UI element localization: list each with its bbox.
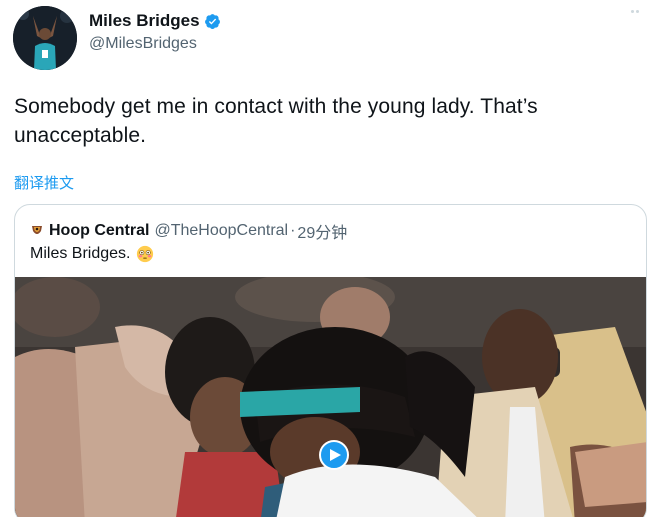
quoted-author-handle[interactable]: @TheHoopCentral — [154, 222, 288, 240]
author-avatar[interactable] — [13, 6, 77, 70]
translate-tweet-link[interactable]: 翻译推文 — [14, 172, 74, 193]
quoted-tweet-text-row: Miles Bridges. — [30, 245, 154, 263]
play-button[interactable] — [319, 440, 349, 470]
quoted-tweet-text: Miles Bridges. — [30, 245, 131, 262]
author-handle[interactable]: @MilesBridges — [89, 35, 197, 53]
more-dots-icon[interactable] — [631, 10, 641, 20]
tweet-text: Somebody get me in contact with the youn… — [14, 95, 538, 147]
author-name-text: Miles Bridges — [89, 11, 200, 30]
verified-badge-icon — [204, 13, 220, 29]
author-display-name[interactable]: Miles Bridges — [89, 11, 221, 31]
quoted-timestamp[interactable]: 29分钟 — [297, 219, 347, 243]
play-icon — [330, 449, 341, 461]
flushed-face-emoji — [137, 245, 154, 263]
video-thumbnail — [15, 277, 646, 517]
quoted-separator: · — [290, 222, 296, 239]
quoted-author-avatar[interactable] — [29, 223, 45, 239]
quoted-tweet-header: Hoop Central @TheHoopCentral · 29分钟 — [29, 219, 347, 243]
quoted-author-name[interactable]: Hoop Central — [49, 222, 149, 240]
quoted-tweet-card[interactable]: Hoop Central @TheHoopCentral · 29分钟 Mile… — [14, 204, 647, 517]
quoted-video[interactable] — [15, 277, 646, 517]
